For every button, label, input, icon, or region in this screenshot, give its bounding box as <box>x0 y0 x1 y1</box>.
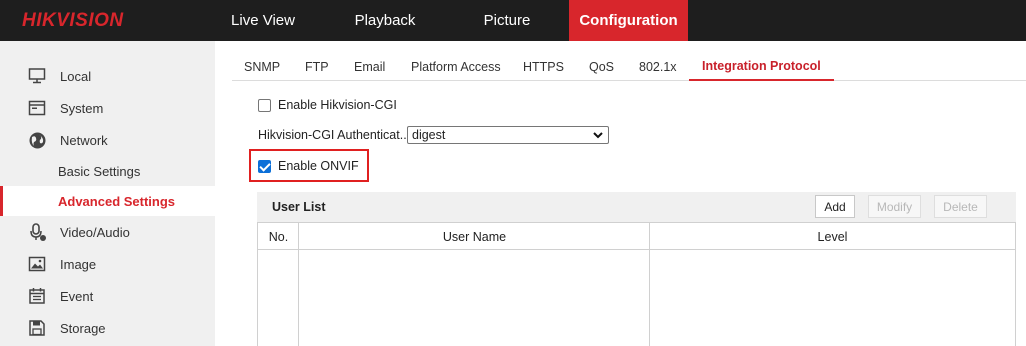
tab-qos[interactable]: QoS <box>589 52 614 81</box>
column-header-no: No. <box>268 229 289 244</box>
floppy-disk-icon <box>26 317 48 339</box>
top-navigation-bar: HIKVISION Live View Playback Picture Con… <box>0 0 1026 41</box>
enable-hikvision-cgi-checkbox[interactable] <box>258 98 271 112</box>
tab-ftp[interactable]: FTP <box>305 52 329 81</box>
cgi-auth-value: digest <box>412 128 446 142</box>
sidebar-item-label: System <box>60 100 104 116</box>
sidebar-item-label: Basic Settings <box>58 163 141 179</box>
sidebar-item-label: Advanced Settings <box>58 193 176 209</box>
sidebar-item-label: Local <box>60 68 92 84</box>
sidebar: Local System Network Basic Settings Adva… <box>0 41 215 346</box>
add-button[interactable]: Add <box>815 195 855 218</box>
monitor-icon <box>26 65 48 87</box>
nav-playback[interactable]: Playback <box>336 0 434 41</box>
user-list-header: User List Add Modify Delete <box>257 192 1016 222</box>
sidebar-item-storage[interactable]: Storage <box>0 313 215 343</box>
enable-onvif-row: Enable ONVIF <box>258 159 359 173</box>
enable-hikvision-cgi-label: Enable Hikvision-CGI <box>278 98 397 112</box>
system-window-icon <box>26 97 48 119</box>
enable-onvif-checkbox[interactable] <box>258 159 271 173</box>
enable-hikvision-cgi-row: Enable Hikvision-CGI <box>258 98 397 112</box>
sidebar-item-image[interactable]: Image <box>0 249 215 279</box>
sidebar-item-label: Network <box>60 132 108 148</box>
cgi-auth-select[interactable]: digest <box>407 126 609 144</box>
column-header-user-name: User Name <box>442 229 507 244</box>
sidebar-item-label: Event <box>60 288 94 304</box>
column-divider <box>298 222 299 346</box>
user-list-table: No. User Name Level <box>257 222 1016 346</box>
enable-onvif-label: Enable ONVIF <box>278 159 359 173</box>
hikvision-logo: HIKVISION <box>22 10 124 31</box>
tab-platform-access[interactable]: Platform Access <box>411 52 501 81</box>
modify-button[interactable]: Modify <box>868 195 921 218</box>
globe-icon <box>26 129 48 151</box>
sidebar-item-label: Video/Audio <box>60 224 130 240</box>
tab-integration-protocol[interactable]: Integration Protocol <box>689 52 834 81</box>
microphone-icon <box>26 221 48 243</box>
delete-button[interactable]: Delete <box>934 195 987 218</box>
sidebar-item-local[interactable]: Local <box>0 61 215 91</box>
tab-802-1x[interactable]: 802.1x <box>639 52 677 81</box>
sidebar-item-system[interactable]: System <box>0 93 215 123</box>
calendar-icon <box>26 285 48 307</box>
nav-picture[interactable]: Picture <box>462 0 552 41</box>
sidebar-item-basic-settings[interactable]: Basic Settings <box>0 156 215 186</box>
sidebar-item-network[interactable]: Network <box>0 125 215 155</box>
table-header-row: No. User Name Level <box>258 222 1015 250</box>
sidebar-item-event[interactable]: Event <box>0 281 215 311</box>
sidebar-item-advanced-settings[interactable]: Advanced Settings <box>0 186 215 216</box>
tab-snmp[interactable]: SNMP <box>244 52 280 81</box>
column-header-level: Level <box>817 229 848 244</box>
tab-email[interactable]: Email <box>354 52 385 81</box>
sub-tab-bar: SNMP FTP Email Platform Access HTTPS QoS… <box>232 52 1026 81</box>
sidebar-item-video-audio[interactable]: Video/Audio <box>0 217 215 247</box>
nav-live-view[interactable]: Live View <box>215 0 311 41</box>
user-list-title: User List <box>272 200 326 214</box>
column-divider <box>649 222 650 346</box>
sidebar-item-label: Storage <box>60 320 106 336</box>
image-icon <box>26 253 48 275</box>
chevron-down-icon <box>592 129 604 144</box>
sidebar-item-label: Image <box>60 256 97 272</box>
nav-configuration[interactable]: Configuration <box>569 0 688 41</box>
cgi-auth-label: Hikvision-CGI Authenticat... <box>258 128 411 142</box>
tab-https[interactable]: HTTPS <box>523 52 564 81</box>
